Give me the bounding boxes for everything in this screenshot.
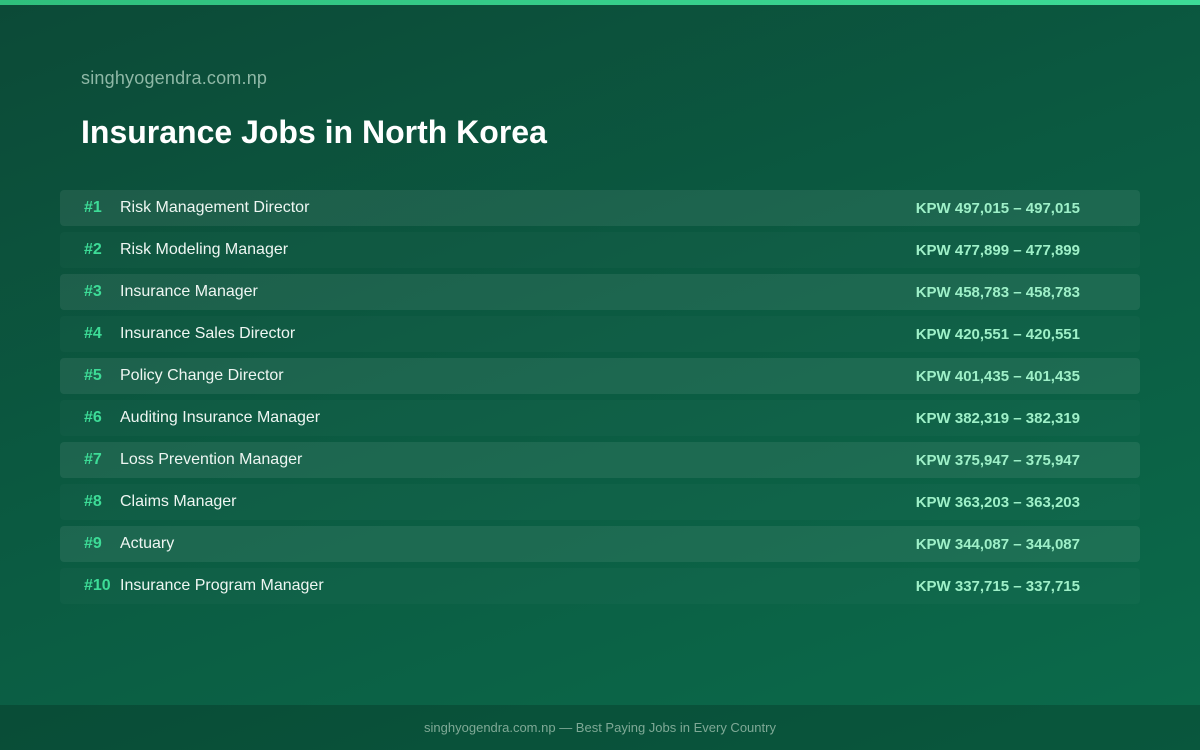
- job-rank: #1: [84, 199, 102, 216]
- job-row: #8 Claims Manager KPW 363,203 – 363,203: [60, 484, 1140, 520]
- job-title: Claims Manager: [120, 493, 237, 510]
- job-salary: KPW 363,203 – 363,203: [915, 493, 1080, 511]
- footer-bar: singhyogendra.com.np — Best Paying Jobs …: [0, 705, 1200, 750]
- job-row: #6 Auditing Insurance Manager KPW 382,31…: [60, 400, 1140, 436]
- page-title: Insurance Jobs in North Korea: [81, 114, 547, 150]
- job-rank: #3: [84, 283, 102, 300]
- job-title: Policy Change Director: [120, 367, 284, 384]
- job-salary: KPW 382,319 – 382,319: [915, 409, 1080, 427]
- footer-text: singhyogendra.com.np — Best Paying Jobs …: [424, 720, 776, 735]
- job-title: Risk Modeling Manager: [120, 241, 289, 258]
- top-accent-bar: [0, 0, 1200, 5]
- site-label: singhyogendra.com.np: [81, 68, 268, 88]
- job-row: #1 Risk Management Director KPW 497,015 …: [60, 190, 1140, 226]
- job-rank: #7: [84, 451, 102, 468]
- job-title: Insurance Program Manager: [120, 577, 324, 594]
- job-salary: KPW 337,715 – 337,715: [915, 577, 1080, 595]
- job-title: Risk Management Director: [120, 199, 310, 216]
- job-rank: #2: [84, 241, 102, 258]
- job-list: #1 Risk Management Director KPW 497,015 …: [60, 190, 1140, 610]
- job-salary: KPW 458,783 – 458,783: [915, 283, 1080, 301]
- job-title: Auditing Insurance Manager: [120, 409, 321, 426]
- job-rank: #6: [84, 409, 102, 426]
- job-salary: KPW 420,551 – 420,551: [915, 325, 1080, 343]
- job-title: Insurance Manager: [120, 283, 258, 300]
- job-row: #4 Insurance Sales Director KPW 420,551 …: [60, 316, 1140, 352]
- job-salary: KPW 477,899 – 477,899: [915, 241, 1080, 259]
- job-salary: KPW 344,087 – 344,087: [915, 535, 1080, 553]
- job-salary: KPW 401,435 – 401,435: [915, 367, 1080, 385]
- job-salary: KPW 497,015 – 497,015: [915, 199, 1080, 217]
- job-row: #10 Insurance Program Manager KPW 337,71…: [60, 568, 1140, 604]
- job-rank: #10: [84, 577, 111, 594]
- job-rank: #9: [84, 535, 102, 552]
- job-row: #2 Risk Modeling Manager KPW 477,899 – 4…: [60, 232, 1140, 268]
- job-title: Insurance Sales Director: [120, 325, 296, 342]
- job-salary: KPW 375,947 – 375,947: [915, 451, 1080, 469]
- job-row: #5 Policy Change Director KPW 401,435 – …: [60, 358, 1140, 394]
- job-rank: #5: [84, 367, 102, 384]
- job-row: #3 Insurance Manager KPW 458,783 – 458,7…: [60, 274, 1140, 310]
- job-title: Loss Prevention Manager: [120, 451, 303, 468]
- job-rank: #8: [84, 493, 102, 510]
- job-rank: #4: [84, 325, 102, 342]
- job-row: #7 Loss Prevention Manager KPW 375,947 –…: [60, 442, 1140, 478]
- job-title: Actuary: [120, 535, 175, 552]
- job-row: #9 Actuary KPW 344,087 – 344,087: [60, 526, 1140, 562]
